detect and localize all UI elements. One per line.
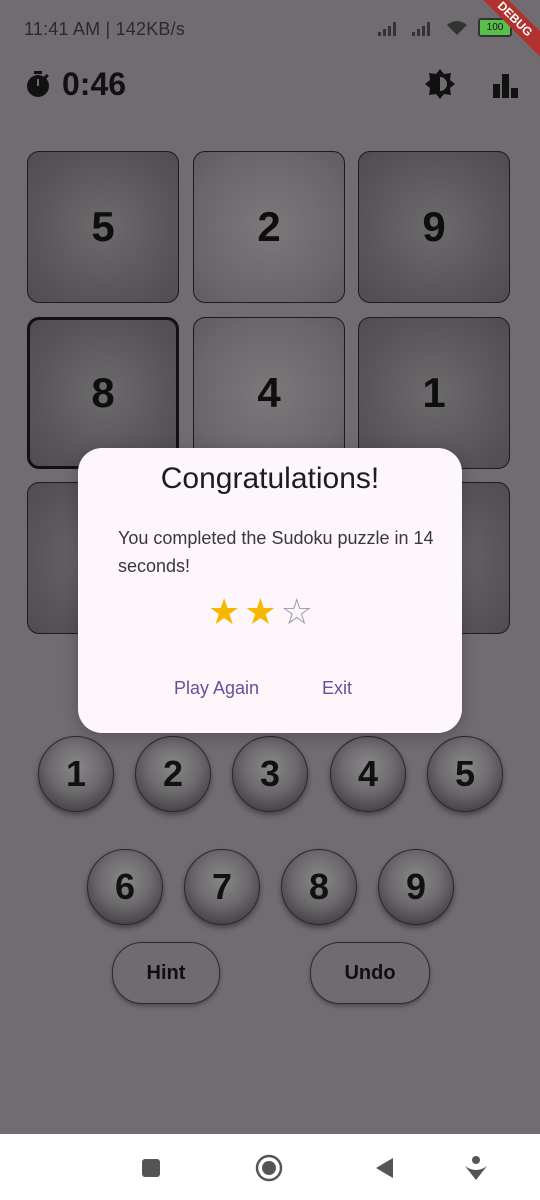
numpad-button-9[interactable]: 9: [378, 849, 454, 925]
system-nav-bar: [0, 1134, 540, 1200]
hint-button[interactable]: Hint: [112, 942, 220, 1004]
timer-icon: [27, 71, 49, 97]
numpad-button-5[interactable]: 5: [427, 736, 503, 812]
signal-icon-2: [412, 20, 436, 36]
congratulations-dialog: Congratulations! You completed the Sudok…: [78, 448, 462, 733]
star-filled-icon: ★: [244, 591, 277, 632]
grid-cell[interactable]: 5: [27, 151, 179, 303]
star-filled-icon: ★: [208, 591, 241, 632]
status-time: 11:41 AM | 142KB/s: [24, 19, 186, 39]
star-outline-icon: ☆: [280, 591, 313, 632]
leaderboard-icon[interactable]: [490, 70, 522, 102]
grid-cell[interactable]: 1: [358, 317, 510, 469]
numpad-button-1[interactable]: 1: [38, 736, 114, 812]
star-rating: ★ ★ ☆: [208, 594, 313, 630]
wifi-icon: [446, 20, 468, 36]
dialog-title: Congratulations!: [160, 462, 380, 495]
status-icons: 100: [378, 18, 512, 37]
numpad-button-3[interactable]: 3: [232, 736, 308, 812]
play-again-button[interactable]: Play Again: [174, 678, 259, 699]
brightness-icon[interactable]: [424, 68, 456, 100]
dialog-message: You completed the Sudoku puzzle in 14 se…: [118, 528, 434, 576]
numpad-button-4[interactable]: 4: [330, 736, 406, 812]
status-bar: 11:41 AM | 142KB/s 100 DEBUG: [0, 0, 540, 65]
assistant-icon[interactable]: [462, 1154, 490, 1182]
home-icon[interactable]: [255, 1154, 283, 1182]
numpad-button-2[interactable]: 2: [135, 736, 211, 812]
grid-cell[interactable]: 9: [358, 151, 510, 303]
signal-icon: [378, 20, 402, 36]
exit-button[interactable]: Exit: [322, 678, 352, 699]
undo-button[interactable]: Undo: [310, 942, 430, 1004]
numpad-button-6[interactable]: 6: [87, 849, 163, 925]
back-icon[interactable]: [371, 1154, 399, 1182]
grid-cell[interactable]: 2: [193, 151, 345, 303]
toolbar: 0:46: [0, 62, 540, 110]
grid-cell-selected[interactable]: 8: [27, 317, 179, 469]
recents-icon[interactable]: [137, 1154, 165, 1182]
grid-cell[interactable]: 4: [193, 317, 345, 469]
numpad-button-8[interactable]: 8: [281, 849, 357, 925]
timer-display: 0:46: [62, 66, 127, 102]
numpad-button-7[interactable]: 7: [184, 849, 260, 925]
